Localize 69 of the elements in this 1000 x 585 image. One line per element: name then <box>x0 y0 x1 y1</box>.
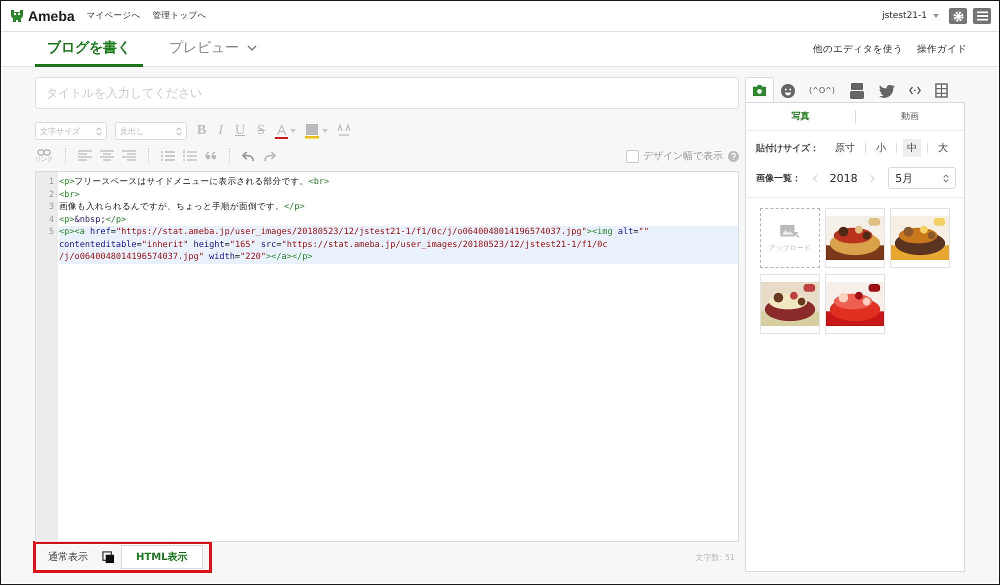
line-number: 1 <box>48 176 55 188</box>
checkbox-label: デザイン幅で表示 <box>643 150 723 163</box>
size-option[interactable]: 小 <box>872 139 890 157</box>
frog-icon <box>9 8 25 24</box>
smiley-icon <box>781 84 795 98</box>
bird-icon <box>878 84 895 98</box>
caret-icon <box>322 129 328 133</box>
size-option[interactable]: 大 <box>934 139 952 157</box>
image-list-label: 画像一覧： <box>756 172 801 184</box>
line-number: 4 <box>48 214 55 226</box>
code-text: 画像も入れられるんですが、ちょっと手順が面倒です。</p> <box>59 201 306 214</box>
code-text: <p><a href="https://stat.ameba.jp/user_images/20180523/12/jstest21-1/f1/0c/j/o0640048014196574037.jpg"><img alt="" contenteditable="inherit" height="165" src="https://stat.ameba.jp/user_images/20180523/12/jstest21-1/f1/0c /j/o0640048014196574037.jpg" width="220"></a></p> <box>59 226 738 264</box>
highlight-icon[interactable] <box>304 123 320 139</box>
menu-button[interactable] <box>973 8 991 24</box>
header-link[interactable]: 操作ガイド <box>917 42 967 56</box>
code-editor[interactable] <box>35 171 739 542</box>
redo-icon[interactable] <box>263 150 276 162</box>
toggle-icon[interactable] <box>102 550 115 564</box>
character-count: 文字数: 51 <box>696 552 735 562</box>
year-label: 2018 <box>830 172 858 184</box>
line-number: 3 <box>48 201 55 214</box>
media-source-tab[interactable] <box>745 76 774 104</box>
caret-icon <box>290 129 296 133</box>
grid-icon <box>934 83 948 98</box>
header-link[interactable]: 他のエディタを使う <box>813 42 903 56</box>
paste-size-label: 貼付けサイズ： <box>756 142 819 154</box>
up-down-icon <box>176 126 182 136</box>
video-icon <box>848 82 865 98</box>
align-icon[interactable] <box>122 150 136 162</box>
up-down-icon <box>942 174 949 182</box>
caret-icon <box>933 14 939 18</box>
align-icon[interactable] <box>78 150 92 162</box>
line-number: 5 <box>48 226 55 239</box>
logo[interactable]: Ameba <box>9 8 75 24</box>
view-mode-tab[interactable]: 通常表示 <box>40 545 96 569</box>
code-text: <p>&nbsp;</p> <box>59 214 128 226</box>
settings-button[interactable] <box>949 8 967 24</box>
view-mode-tab[interactable]: HTML表示 <box>121 545 203 569</box>
numbered-list-icon[interactable] <box>183 150 197 162</box>
gear-icon <box>952 10 964 22</box>
chevron-down-icon <box>247 45 257 51</box>
next-icon[interactable] <box>870 174 874 182</box>
media-source-tab[interactable]: (^O^) <box>802 76 842 104</box>
media-tab[interactable]: 動画 <box>854 110 964 123</box>
tab[interactable]: ブログを書く <box>35 32 143 67</box>
image-upload-icon <box>779 224 801 240</box>
tab[interactable]: プレビュー <box>157 32 269 67</box>
month-select[interactable]: 5月 <box>888 167 956 189</box>
undo-icon[interactable] <box>242 150 255 162</box>
media-tab[interactable]: 写真 <box>746 110 854 123</box>
camera-icon <box>752 84 767 97</box>
header-link[interactable]: 管理トップへ <box>152 10 207 22</box>
checkbox[interactable] <box>626 150 639 162</box>
size-option[interactable]: 原寸 <box>831 139 859 157</box>
align-icon[interactable] <box>100 150 114 162</box>
bullet-list-icon[interactable] <box>161 150 175 162</box>
up-down-icon <box>96 126 102 136</box>
code-text: <br> <box>59 188 81 201</box>
quote-icon[interactable] <box>205 152 217 160</box>
logo-text: Ameba <box>28 8 75 24</box>
menu-icon <box>976 11 988 21</box>
code-icon <box>908 86 921 95</box>
help-icon[interactable] <box>728 150 739 162</box>
size-option[interactable]: 中 <box>903 139 921 157</box>
header-link[interactable]: マイページへ <box>86 10 141 22</box>
user-menu[interactable]: jstest21-1 <box>882 11 927 21</box>
line-number: 2 <box>48 188 55 201</box>
code-text: <p>フリースペースはサイドメニューに表示される部分です。<br> <box>59 176 330 188</box>
previous-icon[interactable] <box>813 174 818 182</box>
